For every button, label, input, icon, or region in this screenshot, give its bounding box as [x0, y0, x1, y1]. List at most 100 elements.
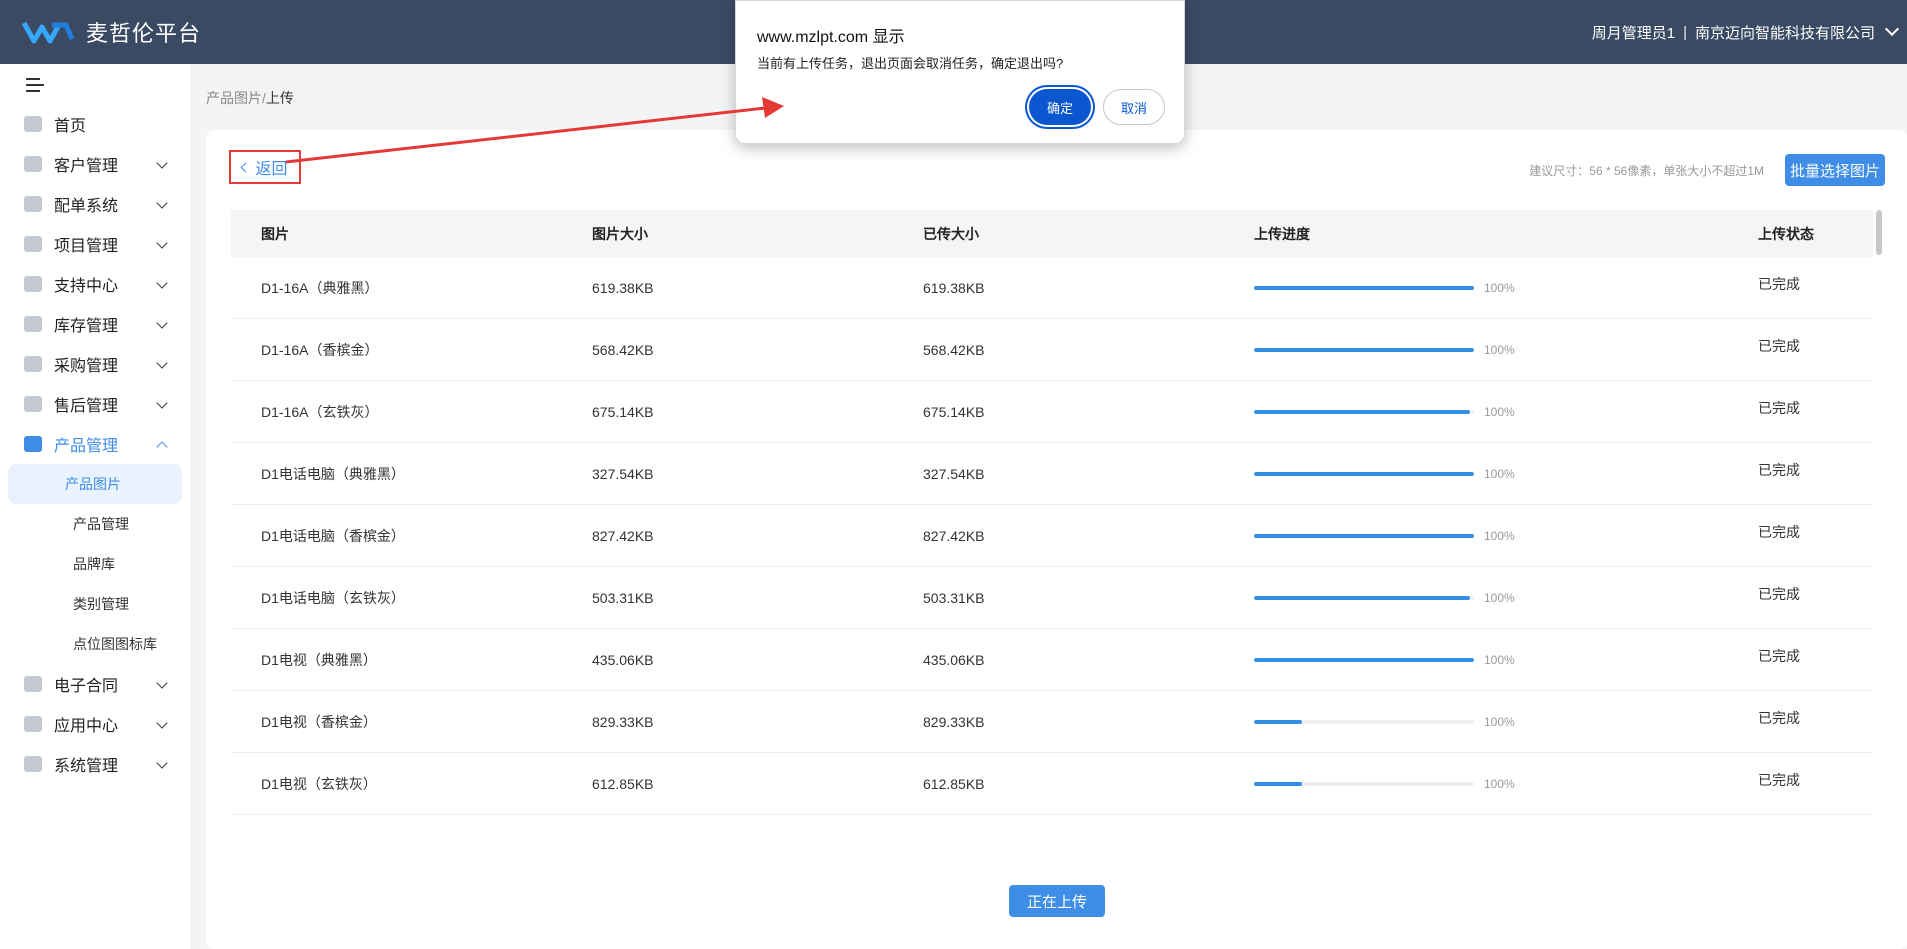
sidebar-item-project[interactable]: 项目管理 [0, 224, 190, 264]
sidebar-item-contract[interactable]: 电子合同 [0, 664, 190, 704]
cell-size: 827.42KB [592, 527, 654, 544]
cell-progress: 100% [1224, 591, 1758, 605]
progress-fill [1254, 781, 1303, 786]
user-menu[interactable]: 周月管理员1 | 南京迈向智能科技有限公司 [1592, 0, 1900, 64]
progress-bar [1254, 657, 1474, 662]
chevron-down-icon [156, 397, 168, 409]
sidebar-item-aftersales[interactable]: 售后管理 [0, 384, 190, 424]
confirm-dialog: www.mzlpt.com 显示 当前有上传任务，退出页面会取消任务，确定退出吗… [735, 0, 1185, 144]
chevron-down-icon [156, 677, 168, 689]
cart-icon [24, 356, 42, 372]
sidebar-subitem-product-manage[interactable]: 产品管理 [8, 504, 182, 544]
sidebar-item-label: 售后管理 [54, 398, 119, 415]
sidebar-subitem-brands[interactable]: 品牌库 [8, 544, 182, 584]
cell-progress: 100% [1224, 777, 1758, 791]
table-body: D1-16A（典雅黑） 619.38KB 619.38KB 100% 已完成 D1-16A… [231, 257, 1873, 815]
progress-bar [1254, 347, 1474, 352]
cell-uploaded: 503.31KB [923, 589, 985, 606]
cell-uploaded: 435.06KB [923, 651, 985, 668]
sidebar-item-label: 应用中心 [54, 718, 119, 735]
cell-size: 503.31KB [592, 589, 654, 606]
sidebar-item-label: 项目管理 [54, 238, 119, 255]
sidebar-item-system[interactable]: 系统管理 [0, 744, 190, 784]
progress-fill [1254, 657, 1474, 662]
menu-collapse-icon[interactable] [26, 78, 44, 92]
table-row: D1电视（玄铁灰） 612.85KB 612.85KB 100% 已完成 [231, 753, 1873, 815]
batch-select-button[interactable]: 批量选择图片 [1785, 154, 1885, 186]
progress-percent: 100% [1484, 280, 1515, 295]
sidebar-subitem-icon-library[interactable]: 点位图图标库 [8, 624, 182, 664]
dialog-message: 当前有上传任务，退出页面会取消任务，确定退出吗? [757, 56, 1064, 71]
upload-panel: 返回 建议尺寸：56 * 56像素，单张大小不超过1M 批量选择图片 图片 图片… [206, 130, 1907, 949]
wrench-icon [24, 276, 42, 292]
sidebar-item-customer[interactable]: 客户管理 [0, 144, 190, 184]
cell-status: 已完成 [1758, 461, 1800, 478]
sidebar-item-label: 采购管理 [54, 358, 119, 375]
chevron-left-icon [241, 162, 251, 172]
app-title: 麦哲伦平台 [86, 21, 202, 46]
cell-status: 已完成 [1758, 771, 1800, 788]
sidebar-item-support[interactable]: 支持中心 [0, 264, 190, 304]
cell-size: 435.06KB [592, 651, 654, 668]
cell-image-name: D1-16A（典雅黑） [261, 279, 379, 296]
progress-fill [1254, 285, 1474, 290]
cell-status: 已完成 [1758, 585, 1800, 602]
sidebar-item-apps[interactable]: 应用中心 [0, 704, 190, 744]
sidebar-menu: 首页 客户管理 配单系统 项目管理 支持中心 库存管理 采购管理 售后管理 产品… [0, 104, 190, 784]
sidebar-item-purchase[interactable]: 采购管理 [0, 344, 190, 384]
column-header-progress: 上传进度 [1254, 225, 1310, 242]
sidebar-item-label: 电子合同 [54, 678, 119, 695]
cell-status: 已完成 [1758, 523, 1800, 540]
cell-progress: 100% [1224, 281, 1758, 295]
progress-bar [1254, 285, 1474, 290]
progress-percent: 100% [1484, 652, 1515, 667]
table-row: D1电话电脑（玄铁灰） 503.31KB 503.31KB 100% 已完成 [231, 567, 1873, 629]
uploading-button[interactable]: 正在上传 [1009, 885, 1105, 917]
chevron-down-icon [156, 197, 168, 209]
sidebar-item-label: 首页 [54, 118, 87, 135]
customer-icon [24, 156, 42, 172]
cell-uploaded: 612.85KB [923, 775, 985, 792]
table-header: 图片 图片大小 已传大小 上传进度 上传状态 [231, 210, 1873, 257]
product-icon [24, 436, 42, 452]
sidebar-subitem-categories[interactable]: 类别管理 [8, 584, 182, 624]
cell-uploaded: 675.14KB [923, 403, 985, 420]
cell-status: 已完成 [1758, 647, 1800, 664]
dialog-ok-button[interactable]: 确定 [1029, 89, 1091, 125]
logo[interactable]: 麦哲伦平台 [22, 16, 201, 48]
sidebar-item-home[interactable]: 首页 [0, 104, 190, 144]
cell-uploaded: 619.38KB [923, 279, 985, 296]
chevron-down-icon [156, 237, 168, 249]
dialog-cancel-button[interactable]: 取消 [1103, 89, 1165, 125]
progress-bar [1254, 409, 1474, 414]
cell-progress: 100% [1224, 343, 1758, 357]
cell-image-name: D1-16A（玄铁灰） [261, 403, 379, 420]
cell-uploaded: 568.42KB [923, 341, 985, 358]
home-icon [24, 116, 42, 132]
table-scrollbar[interactable] [1876, 210, 1882, 255]
cell-progress: 100% [1224, 653, 1758, 667]
sidebar-subitem-product-images[interactable]: 产品图片 [8, 464, 182, 504]
sidebar-item-inventory[interactable]: 库存管理 [0, 304, 190, 344]
user-separator: | [1683, 23, 1687, 41]
cell-progress: 100% [1224, 529, 1758, 543]
apps-icon [24, 716, 42, 732]
progress-percent: 100% [1484, 590, 1515, 605]
sidebar: 首页 客户管理 配单系统 项目管理 支持中心 库存管理 采购管理 售后管理 产品… [0, 64, 190, 949]
cell-status: 已完成 [1758, 337, 1800, 354]
breadcrumb-parent[interactable]: 产品图片 [206, 90, 262, 106]
progress-fill [1254, 719, 1303, 724]
settings-icon [24, 756, 42, 772]
back-button[interactable]: 返回 [229, 150, 301, 184]
chevron-down-icon[interactable] [1884, 21, 1900, 37]
chevron-down-icon [156, 277, 168, 289]
progress-percent: 100% [1484, 714, 1515, 729]
table-row: D1-16A（典雅黑） 619.38KB 619.38KB 100% 已完成 [231, 257, 1873, 319]
sidebar-item-product[interactable]: 产品管理 [0, 424, 190, 464]
table-row: D1-16A（香槟金） 568.42KB 568.42KB 100% 已完成 [231, 319, 1873, 381]
chevron-down-icon [156, 157, 168, 169]
breadcrumb: 产品图片/上传 [206, 88, 294, 108]
cell-size: 568.42KB [592, 341, 654, 358]
progress-bar [1254, 719, 1474, 724]
sidebar-item-order[interactable]: 配单系统 [0, 184, 190, 224]
